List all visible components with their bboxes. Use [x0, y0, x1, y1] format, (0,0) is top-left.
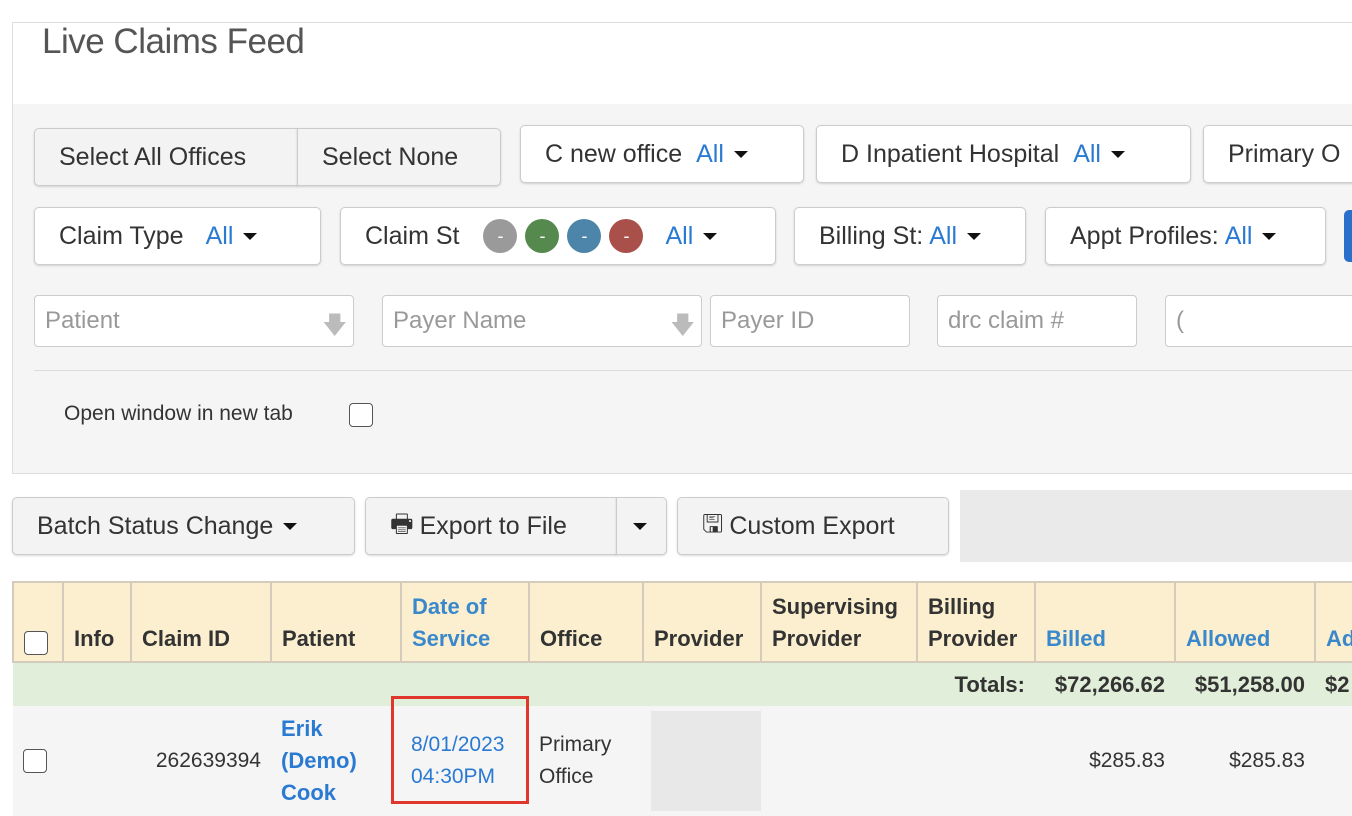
placeholder: Patient [45, 307, 120, 334]
arrow-down-icon: 🡇 [322, 312, 347, 339]
open-new-tab-label: Open window in new tab [64, 402, 293, 425]
header-allowed[interactable]: Allowed [1174, 581, 1316, 663]
arrow-down-icon: 🡇 [670, 312, 695, 339]
dropdown-value: All [929, 221, 958, 250]
search-button[interactable] [1344, 210, 1352, 262]
dropdown-label: Primary O [1228, 139, 1341, 168]
info-cell [63, 706, 131, 816]
status-dot-2[interactable]: - [567, 219, 602, 253]
row-checkbox-cell [13, 706, 63, 816]
highlight-box [391, 696, 529, 804]
dropdown-value: All [1073, 139, 1101, 168]
status-dot-3[interactable]: - [609, 219, 644, 253]
header-patient: Patient [270, 581, 402, 663]
input-value: ( [1176, 307, 1184, 334]
header-supervising-provider: Supervising Provider [760, 581, 918, 663]
claims-table: Info Claim ID Patient Date of Service Of… [12, 581, 1352, 816]
dropdown-label: Appt Profiles: [1070, 221, 1219, 250]
dropdown-value: All [205, 221, 234, 250]
toolbar-info-area [960, 490, 1352, 562]
open-new-tab-checkbox[interactable] [349, 403, 373, 427]
caret-down-icon [1110, 150, 1125, 158]
page-title: Live Claims Feed [42, 22, 305, 61]
caret-down-icon [633, 522, 647, 530]
extra-input[interactable]: ( [1165, 295, 1352, 347]
button-label: Custom Export [729, 511, 895, 540]
table-row: 262639394 Erik (Demo) Cook 8/01/2023 04:3… [13, 696, 1352, 816]
dropdown-label: Claim Type [59, 221, 184, 250]
placeholder: Payer Name [393, 307, 527, 334]
status-dot-0[interactable]: - [483, 219, 518, 253]
table-header-row: Info Claim ID Patient Date of Service Of… [12, 581, 1352, 663]
office-cell: Primary Office [529, 706, 643, 816]
claim-status-dropdown[interactable]: Claim St - - - - All [340, 207, 776, 265]
caret-down-icon [243, 232, 258, 240]
office-d-dropdown[interactable]: D Inpatient Hospital All [816, 125, 1191, 183]
dropdown-label: Billing St: [819, 221, 924, 250]
patient-link[interactable]: Erik (Demo) Cook [281, 716, 357, 805]
placeholder: Payer ID [721, 307, 815, 334]
select-all-header [12, 581, 64, 663]
billing-status-dropdown[interactable]: Billing St: All [794, 207, 1026, 265]
caret-down-icon [703, 232, 718, 240]
payer-id-input[interactable]: Payer ID [710, 295, 910, 347]
header-billing-provider: Billing Provider [916, 581, 1036, 663]
totals-billed: $72,266.62 [1035, 662, 1175, 706]
totals-allowed: $51,258.00 [1175, 662, 1315, 706]
placeholder: drc claim # [948, 307, 1065, 334]
select-none-button[interactable]: Select None [297, 128, 501, 186]
office-primary-dropdown[interactable]: Primary O [1203, 125, 1352, 183]
select-all-offices-button[interactable]: Select All Offices [34, 128, 298, 186]
dropdown-value: All [1224, 221, 1253, 250]
button-label: Batch Status Change [37, 511, 274, 540]
header-claim-id: Claim ID [130, 581, 272, 663]
status-dots: ---- [475, 219, 644, 253]
claim-type-dropdown[interactable]: Claim Type All [34, 207, 321, 265]
dropdown-value: All [665, 221, 694, 250]
header-office: Office [528, 581, 644, 663]
billed-cell: $285.83 [1035, 706, 1175, 816]
patient-input[interactable]: Patient 🡇 [34, 295, 354, 347]
export-to-file-button[interactable]: 🖶 Export to File [365, 497, 617, 555]
caret-down-icon [1262, 232, 1277, 240]
dropdown-label: Claim St [365, 221, 460, 250]
dropdown-value: All [696, 139, 724, 168]
totals-row: Totals: $72,266.62 $51,258.00 $2 [13, 662, 1352, 706]
custom-export-button[interactable]: 🖫 Custom Export [677, 497, 949, 555]
appt-profiles-dropdown[interactable]: Appt Profiles: All [1045, 207, 1326, 265]
header-billed[interactable]: Billed [1034, 581, 1176, 663]
dropdown-label: D Inpatient Hospital [841, 139, 1060, 168]
select-all-checkbox[interactable] [24, 631, 48, 655]
divider [34, 370, 1352, 371]
totals-adj: $2 [1315, 662, 1352, 706]
allowed-cell: $285.83 [1175, 706, 1315, 816]
caret-down-icon [283, 522, 298, 530]
caret-down-icon [733, 150, 748, 158]
header-date-of-service[interactable]: Date of Service [400, 581, 530, 663]
row-checkbox[interactable] [23, 749, 47, 773]
printer-icon: 🖶 [390, 509, 414, 538]
batch-status-change-button[interactable]: Batch Status Change [12, 497, 355, 555]
button-label: Export to File [419, 511, 567, 540]
caret-down-icon [967, 232, 982, 240]
header-provider: Provider [642, 581, 762, 663]
payer-name-input[interactable]: Payer Name 🡇 [382, 295, 702, 347]
dropdown-label: C new office [545, 139, 683, 168]
status-dot-1[interactable]: - [525, 219, 560, 253]
claim-id: 262639394 [131, 706, 271, 816]
header-info: Info [62, 581, 132, 663]
header-adj[interactable]: Ad [1314, 581, 1352, 663]
drc-claim-input[interactable]: drc claim # [937, 295, 1137, 347]
export-options-button[interactable] [616, 497, 667, 555]
floppy-disk-icon: 🖫 [702, 509, 724, 538]
office-c-dropdown[interactable]: C new office All [520, 125, 804, 183]
